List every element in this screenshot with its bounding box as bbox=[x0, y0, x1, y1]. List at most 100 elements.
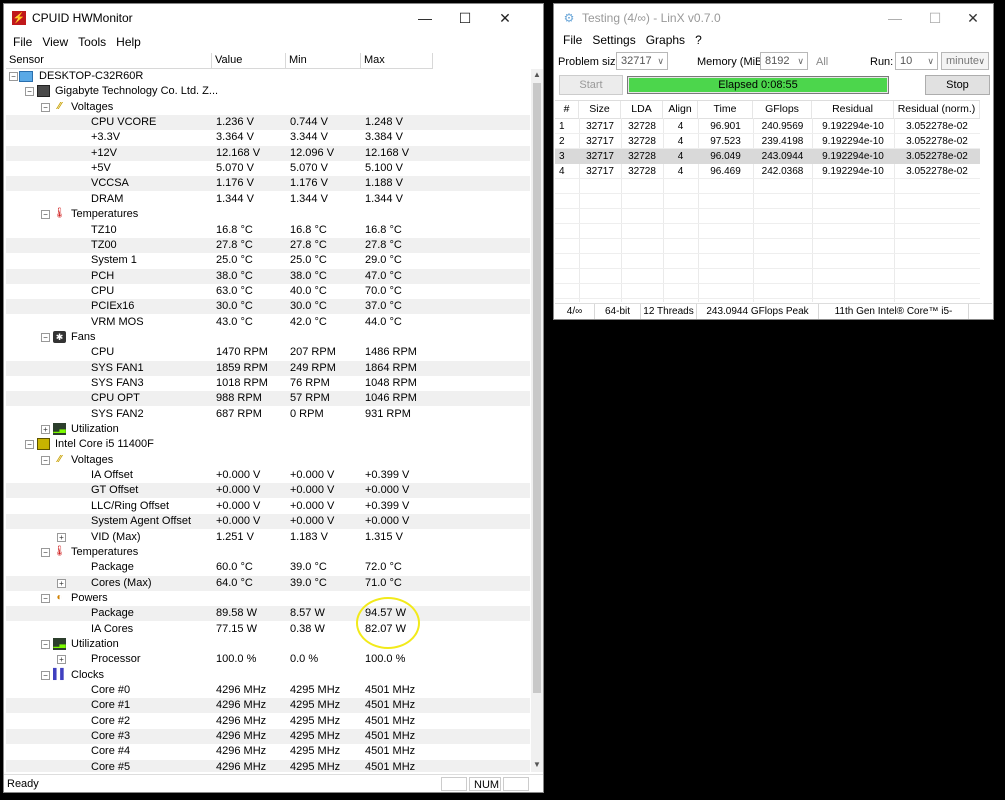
sensor-group-row[interactable]: + ▁▃ Utilization bbox=[6, 422, 530, 437]
start-button[interactable]: Start bbox=[559, 75, 623, 95]
sensor-row[interactable]: TZ00 27.8 °C 27.8 °C 27.8 °C bbox=[6, 237, 530, 253]
sensor-row[interactable]: +12V 12.168 V 12.096 V 12.168 V bbox=[6, 145, 530, 161]
expand-icon[interactable]: + bbox=[57, 578, 66, 588]
sensor-row[interactable]: SYS FAN2 687 RPM 0 RPM 931 RPM bbox=[6, 407, 530, 422]
sensor-row[interactable]: SYS FAN1 1859 RPM 249 RPM 1864 RPM bbox=[6, 360, 530, 376]
sensor-group-row[interactable]: − ⁄⁄ Voltages bbox=[6, 100, 530, 115]
sensor-row[interactable]: IA Offset +0.000 V +0.000 V +0.399 V bbox=[6, 468, 530, 483]
hwmonitor-titlebar[interactable]: ⚡ CPUID HWMonitor — ☐ ✕ bbox=[4, 4, 543, 32]
expand-icon[interactable]: + bbox=[57, 532, 66, 542]
sensor-group-row[interactable]: − 🌡 Temperatures bbox=[6, 207, 530, 222]
results-column-header[interactable]: # bbox=[555, 101, 579, 118]
sensor-row[interactable]: System 1 25.0 °C 25.0 °C 29.0 °C bbox=[6, 253, 530, 268]
sensor-row[interactable]: Core #0 4296 MHz 4295 MHz 4501 MHz bbox=[6, 683, 530, 698]
close-button[interactable]: ✕ bbox=[486, 4, 524, 32]
sensor-tree-scrollbar[interactable]: ▲ ▼ bbox=[531, 69, 543, 772]
maximize-button[interactable]: ☐ bbox=[916, 4, 954, 32]
menu-graphs[interactable]: Graphs bbox=[641, 30, 690, 50]
column-header-min[interactable]: Min bbox=[286, 53, 361, 68]
menu-view[interactable]: View bbox=[37, 32, 73, 52]
sensor-group-row[interactable]: − Intel Core i5 11400F bbox=[6, 437, 530, 452]
column-header-value[interactable]: Value bbox=[212, 53, 286, 68]
run-count-combo[interactable]: 10 ∨ bbox=[895, 52, 938, 70]
collapse-icon[interactable]: − bbox=[41, 210, 50, 220]
sensor-row[interactable]: Core #4 4296 MHz 4295 MHz 4501 MHz bbox=[6, 744, 530, 759]
results-column-header[interactable]: LDA bbox=[621, 101, 663, 118]
sensor-group-row[interactable]: − DESKTOP-C32R60R bbox=[6, 69, 530, 84]
sensor-group-row[interactable]: − ✱ Fans bbox=[6, 330, 530, 345]
sensor-row[interactable]: TZ10 16.8 °C 16.8 °C 16.8 °C bbox=[6, 223, 530, 238]
menu-tools[interactable]: Tools bbox=[73, 32, 111, 52]
sensor-row[interactable]: System Agent Offset +0.000 V +0.000 V +0.00… bbox=[6, 514, 530, 530]
close-button[interactable]: ✕ bbox=[954, 4, 992, 32]
sensor-row[interactable]: VCCSA 1.176 V 1.176 V 1.188 V bbox=[6, 176, 530, 192]
collapse-icon[interactable]: − bbox=[41, 102, 50, 112]
sensor-row[interactable]: PCH 38.0 °C 38.0 °C 47.0 °C bbox=[6, 268, 530, 284]
menu-settings[interactable]: Settings bbox=[587, 30, 640, 50]
menu-help[interactable]: ? bbox=[690, 30, 707, 50]
results-row[interactable]: 3 32717 32728 4 96.049 243.0944 9.192294e-10 3.… bbox=[555, 149, 980, 164]
results-column-header[interactable]: Time bbox=[698, 101, 753, 118]
sensor-group-row[interactable]: − 🌡 Temperatures bbox=[6, 545, 530, 560]
results-column-header[interactable]: GFlops bbox=[753, 101, 812, 118]
sensor-group-row[interactable]: − Gigabyte Technology Co. Ltd. Z... bbox=[6, 84, 530, 99]
sensor-group-row[interactable]: − ▁▃ Utilization bbox=[6, 637, 530, 652]
maximize-button[interactable]: ☐ bbox=[446, 4, 484, 32]
collapse-icon[interactable]: − bbox=[41, 455, 50, 465]
sensor-group-row[interactable]: − ▌▌ Clocks bbox=[6, 668, 530, 683]
results-column-header[interactable]: Align bbox=[663, 101, 698, 118]
sensor-group-row[interactable]: − ⁄⁄ Voltages bbox=[6, 453, 530, 468]
minimize-button[interactable]: — bbox=[876, 4, 914, 32]
results-row[interactable]: 4 32717 32728 4 96.469 242.0368 9.192294e-10 3.… bbox=[555, 164, 980, 179]
sensor-row[interactable]: LLC/Ring Offset +0.000 V +0.000 V +0.399 V bbox=[6, 499, 530, 514]
scroll-up-arrow-icon[interactable]: ▲ bbox=[531, 69, 543, 81]
collapse-icon[interactable]: − bbox=[41, 593, 50, 603]
column-header-sensor[interactable]: Sensor bbox=[6, 53, 212, 68]
linx-titlebar[interactable]: ⚙ Testing (4/∞) - LinX v0.7.0 — ☐ ✕ bbox=[554, 4, 993, 32]
results-row[interactable]: 1 32717 32728 4 96.901 240.9569 9.192294e-10 3.… bbox=[555, 119, 980, 134]
collapse-icon[interactable]: − bbox=[25, 440, 34, 450]
sensor-row[interactable]: + Processor 100.0 % 0.0 % 100.0 % bbox=[6, 652, 530, 667]
results-column-header[interactable]: Size bbox=[579, 101, 621, 118]
memory-combo[interactable]: 8192 ∨ bbox=[760, 52, 808, 70]
problem-size-combo[interactable]: 32717 ∨ bbox=[616, 52, 668, 70]
menu-file[interactable]: File bbox=[8, 32, 37, 52]
column-header-max[interactable]: Max bbox=[361, 53, 433, 68]
minimize-button[interactable]: — bbox=[406, 4, 444, 32]
results-row[interactable]: 2 32717 32728 4 97.523 239.4198 9.192294e-10 3.… bbox=[555, 134, 980, 149]
stop-button[interactable]: Stop bbox=[925, 75, 990, 95]
collapse-icon[interactable]: − bbox=[9, 72, 18, 81]
sensor-row[interactable]: Core #3 4296 MHz 4295 MHz 4501 MHz bbox=[6, 729, 530, 745]
sensor-group-row[interactable]: − ◐ Powers bbox=[6, 591, 530, 606]
all-memory-option[interactable]: All bbox=[816, 52, 828, 72]
menu-file[interactable]: File bbox=[558, 30, 587, 50]
sensor-row[interactable]: CPU 1470 RPM 207 RPM 1486 RPM bbox=[6, 345, 530, 360]
collapse-icon[interactable]: − bbox=[41, 332, 50, 342]
results-column-header[interactable]: Residual (norm.) bbox=[894, 101, 980, 118]
scroll-down-arrow-icon[interactable]: ▼ bbox=[531, 759, 543, 771]
sensor-row[interactable]: Core #1 4296 MHz 4295 MHz 4501 MHz bbox=[6, 698, 530, 714]
sensor-row[interactable]: +5V 5.070 V 5.070 V 5.100 V bbox=[6, 161, 530, 176]
collapse-icon[interactable]: − bbox=[25, 87, 34, 97]
sensor-row[interactable]: CPU OPT 988 RPM 57 RPM 1046 RPM bbox=[6, 391, 530, 407]
results-column-header[interactable]: Residual bbox=[812, 101, 894, 118]
menu-help[interactable]: Help bbox=[111, 32, 146, 52]
sensor-row[interactable]: CPU 63.0 °C 40.0 °C 70.0 °C bbox=[6, 284, 530, 299]
collapse-icon[interactable]: − bbox=[41, 670, 50, 680]
expand-icon[interactable]: + bbox=[57, 655, 66, 665]
sensor-row[interactable]: SYS FAN3 1018 RPM 76 RPM 1048 RPM bbox=[6, 376, 530, 391]
sensor-row[interactable]: GT Offset +0.000 V +0.000 V +0.000 V bbox=[6, 483, 530, 499]
collapse-icon[interactable]: − bbox=[41, 639, 50, 649]
sensor-row[interactable]: +3.3V 3.364 V 3.344 V 3.384 V bbox=[6, 130, 530, 145]
sensor-row[interactable]: Core #5 4296 MHz 4295 MHz 4501 MHz bbox=[6, 759, 530, 772]
sensor-row[interactable]: Package 60.0 °C 39.0 °C 72.0 °C bbox=[6, 560, 530, 575]
results-table[interactable]: # Size LDA Align Time GFlops Residual Residual … bbox=[555, 100, 980, 302]
sensor-row[interactable]: CPU VCORE 1.236 V 0.744 V 1.248 V bbox=[6, 115, 530, 131]
sensor-row[interactable]: DRAM 1.344 V 1.344 V 1.344 V bbox=[6, 192, 530, 207]
sensor-row[interactable]: VRM MOS 43.0 °C 42.0 °C 44.0 °C bbox=[6, 315, 530, 330]
sensor-row[interactable]: + VID (Max) 1.251 V 1.183 V 1.315 V bbox=[6, 530, 530, 545]
sensor-row[interactable]: Core #2 4296 MHz 4295 MHz 4501 MHz bbox=[6, 714, 530, 729]
sensor-row[interactable]: Package 89.58 W 8.57 W 94.57 W bbox=[6, 606, 530, 622]
expand-icon[interactable]: + bbox=[41, 425, 50, 435]
run-unit-combo[interactable]: minute ∨ bbox=[941, 52, 989, 70]
